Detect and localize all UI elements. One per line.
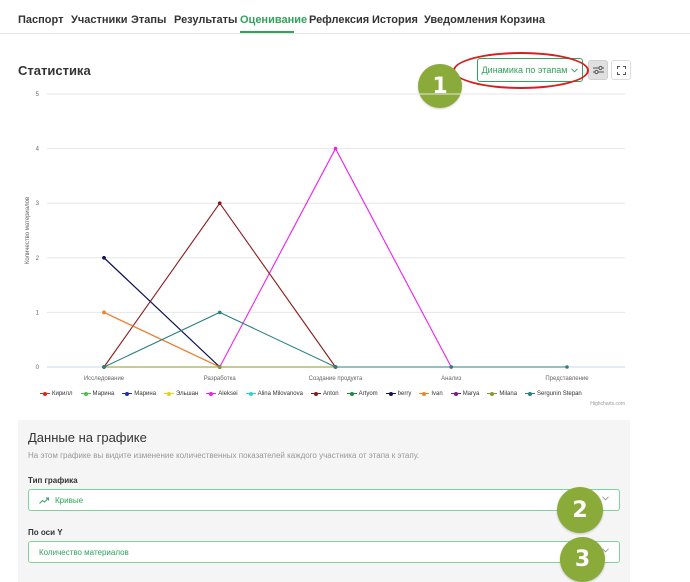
legend-item[interactable]: Alina Milovanova	[245, 391, 303, 397]
trend-icon	[39, 497, 49, 504]
legend-item[interactable]: Anton	[310, 391, 339, 397]
chart-type-select[interactable]: Кривые	[28, 489, 620, 511]
data-point	[565, 365, 569, 369]
legend-symbol	[40, 391, 50, 397]
legend-symbol	[80, 391, 91, 397]
legend-label: Sergunin Stepan	[537, 391, 582, 397]
legend-symbol	[206, 391, 217, 397]
series-line	[103, 311, 336, 368]
series-line	[103, 311, 567, 368]
y-axis-value: Количество материалов	[39, 547, 129, 557]
y-tick-label: 1	[36, 310, 40, 316]
data-point	[102, 365, 106, 369]
step-marker-3: 3	[560, 537, 605, 582]
legend-label: Anton	[322, 391, 339, 397]
data-point	[217, 310, 222, 315]
panel-title: Данные на графике	[28, 430, 147, 445]
y-tick-label: 3	[36, 201, 40, 207]
legend-symbol	[164, 391, 175, 397]
legend-item[interactable]: Aleksei	[206, 391, 238, 397]
legend-item[interactable]: berry	[385, 391, 412, 397]
y-axis-select[interactable]: Количество материалов	[28, 541, 620, 563]
data-point	[217, 201, 222, 205]
x-tick-label: Создание продукта	[309, 376, 363, 382]
chart-type-label: Тип графика	[28, 476, 78, 485]
legend-symbol	[346, 391, 357, 397]
legend-item[interactable]: Ivan	[419, 391, 443, 397]
y-tick-label: 5	[36, 92, 40, 98]
x-tick-label: Анализ	[441, 376, 462, 382]
legend-symbol	[385, 391, 396, 397]
legend-item[interactable]: Sergunin Stepan	[525, 391, 582, 397]
legend-label: Ivan	[431, 391, 443, 397]
legend-label: Эльшан	[176, 391, 199, 397]
y-tick-label: 2	[36, 256, 40, 262]
legend-item[interactable]: Кирилл	[40, 391, 73, 397]
legend-item[interactable]: Марина	[122, 391, 156, 397]
data-point	[333, 365, 338, 369]
legend-item[interactable]: Marya	[450, 391, 480, 397]
series-line	[103, 311, 336, 368]
chart-legend: Кирилл Марина Марина Эльшан Aleksei Alina Mil…	[40, 391, 582, 397]
legend-label: Milana	[499, 391, 518, 397]
data-point	[102, 255, 106, 260]
x-tick-label: Представление	[545, 376, 589, 382]
legend-item[interactable]: Эльшан	[164, 391, 198, 397]
chart-credits: Highcharts.com	[590, 401, 625, 407]
legend-label: Кирилл	[52, 391, 73, 397]
legend-symbol	[245, 391, 256, 397]
legend-symbol	[450, 391, 461, 397]
x-tick-label: Исследование	[84, 376, 125, 382]
legend-symbol	[525, 391, 536, 397]
legend-symbol	[310, 391, 321, 397]
data-point	[333, 146, 338, 151]
chevron-down-icon	[602, 496, 609, 501]
y-axis-label: По оси Y	[28, 528, 63, 537]
panel-description: На этом графике вы видите изменение коли…	[28, 451, 420, 460]
chart-settings-panel: Данные на графике На этом графике вы вид…	[18, 420, 630, 582]
legend-label: Alina Milovanova	[257, 391, 303, 397]
y-tick-label: 4	[36, 147, 40, 153]
legend-label: Artyom	[358, 391, 378, 397]
legend-symbol	[122, 391, 133, 397]
legend-item[interactable]: Milana	[487, 391, 517, 397]
data-point	[217, 365, 222, 369]
data-point	[102, 310, 106, 315]
legend-symbol	[487, 391, 498, 397]
series-line	[103, 202, 336, 368]
y-axis-title: Количество материалов	[25, 197, 31, 264]
legend-item[interactable]: Марина	[80, 391, 115, 397]
legend-label: Marya	[462, 391, 480, 397]
step-marker-2: 2	[557, 487, 603, 533]
legend-symbol	[419, 391, 430, 397]
chart-type-value: Кривые	[55, 495, 84, 505]
legend-item[interactable]: Artyom	[346, 391, 378, 397]
legend-label: Марина	[92, 391, 115, 397]
line-chart: 0 1 2 3 4 5 Исследование Разработка Создание про…	[25, 92, 625, 407]
legend-label: Aleksei	[218, 391, 238, 397]
y-tick-label: 0	[36, 365, 40, 371]
data-point	[449, 365, 454, 369]
x-tick-label: Разработка	[204, 376, 237, 382]
legend-label: berry	[397, 391, 412, 397]
legend-label: Марина	[134, 391, 157, 397]
